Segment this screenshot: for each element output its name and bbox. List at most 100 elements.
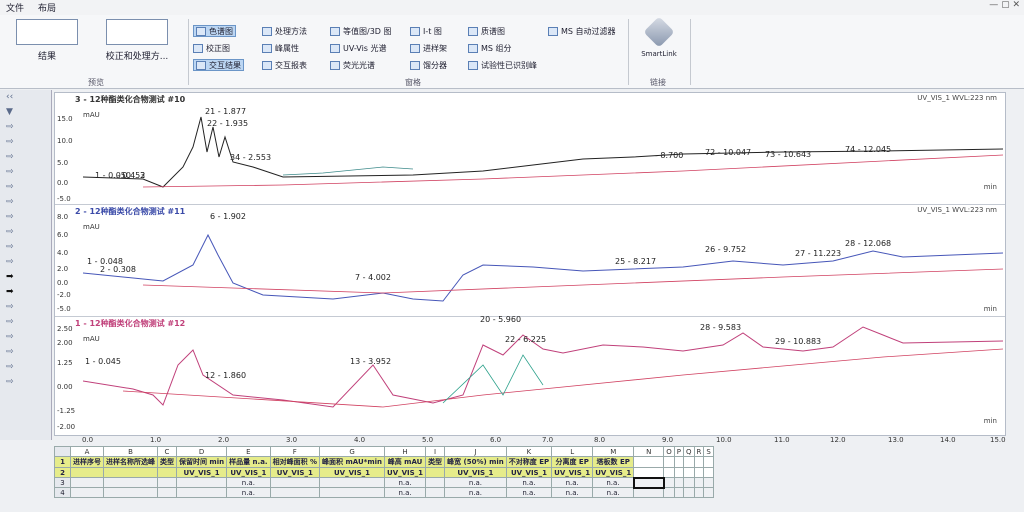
unit-cell[interactable]: UV_VIS_1	[505, 467, 553, 478]
sample-rack-button[interactable]: 进样架	[410, 42, 447, 54]
col-letter[interactable]: O	[663, 446, 675, 457]
tentative-peaks-button[interactable]: 试验性已识别峰	[468, 59, 537, 71]
nav-item[interactable]: ⇨	[0, 315, 51, 330]
it-plot-button[interactable]: I-t 图	[410, 25, 442, 37]
processing-method-button[interactable]: 处理方法	[262, 25, 307, 37]
col-letter[interactable]: R	[693, 446, 705, 457]
unit-cell[interactable]: UV_VIS_1	[551, 467, 594, 478]
contour-3d-button[interactable]: 等值图/3D 图	[330, 25, 392, 37]
col-letter[interactable]: M	[592, 446, 635, 457]
table-cell[interactable]	[269, 487, 321, 498]
col-letter[interactable]: B	[103, 446, 158, 457]
fraction-collector-button[interactable]: 馏分器	[410, 59, 447, 71]
col-letter[interactable]: F	[269, 446, 321, 457]
nav-item[interactable]: ⇨	[0, 150, 51, 165]
table-cell[interactable]: n.a.	[384, 477, 427, 488]
nav-item[interactable]: ⇨	[0, 120, 51, 135]
col-letter[interactable]: E	[226, 446, 271, 457]
calibration-processing-button[interactable]: 校正和处理方...	[92, 19, 182, 62]
table-cell[interactable]	[103, 477, 158, 488]
nav-item[interactable]: ⇨	[0, 360, 51, 375]
header-cell[interactable]: 类型	[157, 456, 177, 468]
header-cell[interactable]: 分离度 EP	[551, 456, 594, 468]
nav-item[interactable]: ⇨	[0, 225, 51, 240]
nav-item[interactable]: ⇨	[0, 180, 51, 195]
header-cell[interactable]: 峰高 mAU	[384, 456, 427, 468]
header-cell[interactable]: 保留时间 min	[175, 456, 228, 468]
nav-item-selected[interactable]: ➡	[0, 285, 51, 300]
col-letter[interactable]: L	[551, 446, 594, 457]
table-cell[interactable]	[70, 487, 104, 498]
table-cell[interactable]	[319, 477, 386, 488]
fluorescence-spectrum-button[interactable]: 荧光光谱	[330, 59, 375, 71]
header-cell[interactable]: 不对称度 EP	[505, 456, 553, 468]
table-cell[interactable]: n.a.	[505, 487, 553, 498]
smartlink-button[interactable]: SmartLink	[634, 16, 684, 59]
selected-cell[interactable]	[632, 476, 665, 489]
nav-item[interactable]: ⇨	[0, 255, 51, 270]
table-cell[interactable]: n.a.	[505, 477, 553, 488]
mass-spectrum-button[interactable]: 质谱图	[468, 25, 505, 37]
header-cell[interactable]: 峰宽 (50%) min	[444, 456, 507, 468]
unit-cell[interactable]: UV_VIS_1	[444, 467, 507, 478]
table-cell[interactable]	[425, 487, 446, 498]
window-controls[interactable]: — ▢ ✕	[989, 0, 1020, 10]
table-cell[interactable]	[319, 487, 386, 498]
menu-file[interactable]: 文件	[6, 1, 24, 14]
header-cell[interactable]: 相对峰面积 %	[269, 456, 321, 468]
unit-cell[interactable]: UV_VIS_1	[226, 467, 271, 478]
ms-auto-filter-button[interactable]: MS 自动过滤器	[548, 25, 616, 37]
unit-cell[interactable]: UV_VIS_1	[269, 467, 321, 478]
nav-item[interactable]: ⇨	[0, 300, 51, 315]
table-cell[interactable]: n.a.	[226, 487, 271, 498]
unit-cell[interactable]: UV_VIS_1	[319, 467, 386, 478]
col-letter[interactable]: C	[157, 446, 177, 457]
calibration-plot-button[interactable]: 校正图	[193, 42, 230, 54]
col-letter[interactable]: I	[425, 446, 446, 457]
header-cell[interactable]: 样品量 n.a.	[226, 456, 271, 468]
table-cell[interactable]	[425, 477, 446, 488]
table-cell[interactable]: n.a.	[551, 477, 594, 488]
nav-item[interactable]: ⇨	[0, 210, 51, 225]
results-button[interactable]: 结果	[12, 19, 82, 62]
unit-cell[interactable]	[103, 467, 158, 478]
col-letter[interactable]: S	[703, 446, 714, 457]
table-cell[interactable]: n.a.	[592, 487, 635, 498]
unit-cell[interactable]	[425, 467, 446, 478]
nav-item[interactable]: ⇨	[0, 195, 51, 210]
table-cell[interactable]	[269, 477, 321, 488]
menu-layout[interactable]: 布局	[38, 1, 56, 14]
col-letter[interactable]: N	[633, 446, 665, 457]
header-cell[interactable]: 进样序号	[70, 456, 104, 468]
nav-item-selected[interactable]: ➡	[0, 270, 51, 285]
unit-cell[interactable]: UV_VIS_1	[175, 467, 228, 478]
header-cell[interactable]: 塔板数 EP	[592, 456, 635, 468]
ms-component-button[interactable]: MS 组分	[468, 42, 512, 54]
collapse-arrows-icon[interactable]: ‹‹	[0, 90, 51, 105]
col-letter[interactable]: Q	[683, 446, 695, 457]
col-letter[interactable]: K	[505, 446, 553, 457]
table-cell[interactable]: n.a.	[226, 477, 271, 488]
table-cell[interactable]: n.a.	[384, 487, 427, 498]
col-letter[interactable]: D	[175, 446, 228, 457]
unit-cell[interactable]: UV_VIS_1	[592, 467, 635, 478]
unit-cell[interactable]: UV_VIS_1	[384, 467, 427, 478]
chromatogram-panel-2[interactable]: 2 - 12种酯类化合物测试 #11 UV_VIS_1 WVL:223 nm m…	[55, 205, 1005, 317]
nav-item[interactable]: ⇨	[0, 330, 51, 345]
interactive-report-button[interactable]: 交互报表	[262, 59, 307, 71]
table-cell[interactable]	[157, 477, 177, 488]
table-cell[interactable]: n.a.	[551, 487, 594, 498]
col-letter[interactable]: P	[673, 446, 684, 457]
peak-properties-button[interactable]: 峰属性	[262, 42, 299, 54]
uv-vis-spectrum-button[interactable]: UV-Vis 光谱	[330, 42, 387, 54]
table-cell[interactable]	[103, 487, 158, 498]
header-cell[interactable]: 进样名称所选峰	[103, 456, 158, 468]
chromatogram-panel-1[interactable]: 3 - 12种酯类化合物测试 #10 UV_VIS_1 WVL:223 nm m…	[55, 93, 1005, 205]
table-cell[interactable]	[157, 487, 177, 498]
chromatogram-panel-3[interactable]: 1 - 12种酯类化合物测试 #12 mAU 2.50 2.00 1.25 0.…	[55, 315, 1005, 435]
col-letter[interactable]: H	[384, 446, 427, 457]
col-letter[interactable]: A	[70, 446, 104, 457]
nav-item[interactable]: ⇨	[0, 345, 51, 360]
chromatogram-button[interactable]: 色谱图	[193, 25, 236, 37]
header-cell[interactable]: 峰面积 mAU*min	[319, 456, 386, 468]
